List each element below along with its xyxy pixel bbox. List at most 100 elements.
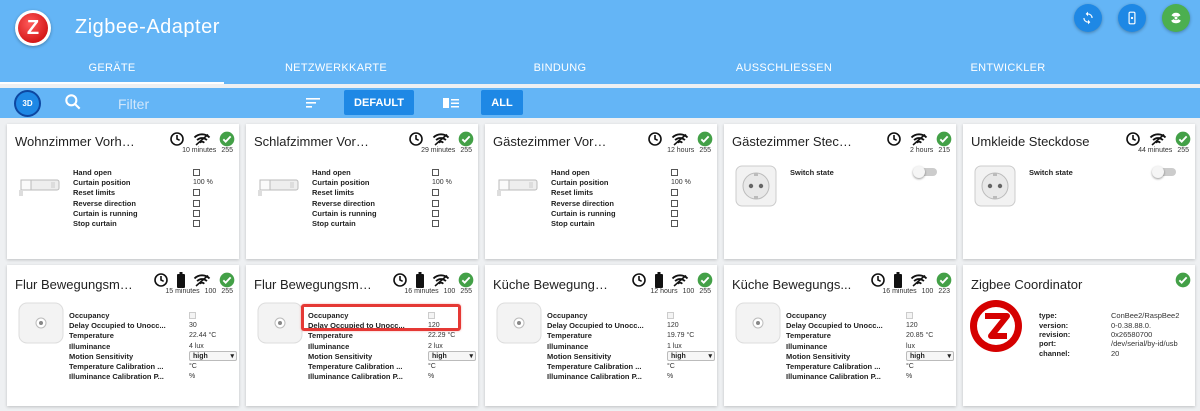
signal-icon bbox=[432, 274, 450, 287]
device-title[interactable]: Küche Bewegungs... bbox=[732, 277, 852, 292]
device-card[interactable]: Küche Bewegungsm... 12 hours 100 255 Occ… bbox=[485, 265, 717, 406]
state-value: lux bbox=[906, 342, 915, 350]
state-checkbox[interactable] bbox=[193, 168, 200, 176]
switch-toggle[interactable] bbox=[1152, 166, 1176, 179]
device-title[interactable]: Flur Bewegungsme... bbox=[15, 277, 135, 292]
device-status-icons bbox=[392, 271, 474, 289]
tab-bindung[interactable]: BINDUNG bbox=[448, 55, 672, 84]
info-label: revision: bbox=[1039, 329, 1071, 339]
signal-icon bbox=[910, 274, 928, 287]
state-value[interactable]: % bbox=[667, 373, 673, 380]
device-title[interactable]: Küche Bewegungsm... bbox=[493, 277, 613, 292]
state-label: Temperature bbox=[69, 331, 114, 341]
sensitivity-value: high bbox=[910, 353, 925, 361]
state-checkbox[interactable] bbox=[193, 209, 200, 217]
state-checkbox[interactable] bbox=[671, 168, 678, 176]
device-title[interactable]: Zigbee Coordinator bbox=[971, 277, 1111, 292]
state-row: Switch state bbox=[1029, 166, 1176, 179]
state-label: Reverse direction bbox=[312, 198, 375, 208]
state-checkbox[interactable] bbox=[193, 220, 200, 228]
state-value: 30 bbox=[189, 321, 197, 329]
state-row: Temperature 20.85 °C bbox=[786, 331, 954, 341]
state-label: Curtain position bbox=[551, 177, 609, 187]
device-card[interactable]: Wohnzimmer Vorhang 10 minutes 255 Hand o… bbox=[7, 124, 239, 259]
state-checkbox[interactable] bbox=[671, 220, 678, 228]
switch-toggle[interactable] bbox=[913, 166, 937, 179]
state-value[interactable]: % bbox=[189, 373, 195, 380]
last-seen-text: 15 minutes bbox=[165, 288, 200, 295]
sort-icon[interactable] bbox=[306, 97, 320, 109]
state-value[interactable]: % bbox=[428, 373, 434, 380]
state-checkbox[interactable] bbox=[193, 199, 200, 207]
sensitivity-select[interactable]: high bbox=[428, 351, 476, 362]
state-row: Hand open bbox=[551, 167, 691, 177]
device-stats: 12 hours 255 bbox=[667, 147, 711, 154]
state-label: Stop curtain bbox=[312, 219, 356, 229]
tab-entwickler[interactable]: ENTWICKLER bbox=[896, 55, 1120, 84]
default-sort-button[interactable]: DEFAULT bbox=[344, 90, 414, 115]
all-filter-button[interactable]: ALL bbox=[481, 90, 523, 115]
state-checkbox[interactable] bbox=[432, 220, 439, 228]
tab-netzwerkkarte[interactable]: NETZWERKKARTE bbox=[224, 55, 448, 84]
tab-geraete[interactable]: GERÄTE bbox=[0, 55, 224, 84]
device-image bbox=[17, 301, 65, 350]
sensitivity-select[interactable]: high bbox=[667, 351, 715, 362]
device-states: Hand open Curtain position 100 % Reset limi… bbox=[73, 167, 213, 229]
state-value: 22.29 °C bbox=[428, 332, 456, 340]
last-seen-text: 29 minutes bbox=[421, 147, 456, 154]
device-title[interactable]: Gästezimmer Steckdose bbox=[732, 134, 852, 149]
state-checkbox[interactable] bbox=[671, 209, 678, 217]
motion-sensor-image bbox=[735, 302, 781, 344]
signal-icon bbox=[432, 133, 450, 146]
device-card[interactable]: Gästezimmer Vorhang 12 hours 255 Hand op… bbox=[485, 124, 717, 259]
state-checkbox[interactable] bbox=[432, 209, 439, 217]
search-icon[interactable] bbox=[63, 92, 83, 112]
state-label: Illuminance bbox=[786, 341, 828, 351]
clock-icon bbox=[632, 273, 646, 287]
card-view-icon[interactable] bbox=[443, 98, 459, 108]
device-card[interactable]: Umkleide Steckdose 44 minutes 255 Switch… bbox=[963, 124, 1195, 259]
device-card[interactable]: Flur Bewegungsme... 16 minutes 100 255 O… bbox=[246, 265, 478, 406]
state-row: Occupancy bbox=[786, 310, 954, 320]
pairing-button[interactable] bbox=[1118, 4, 1146, 32]
device-title[interactable]: Gästezimmer Vorhang bbox=[493, 134, 613, 149]
device-title[interactable]: Schlafzimmer Vorhang bbox=[254, 134, 374, 149]
state-label: Delay Occupied to Unocc... bbox=[69, 320, 166, 330]
device-card[interactable]: Flur Bewegungsme... 15 minutes 100 255 O… bbox=[7, 265, 239, 406]
state-value[interactable]: % bbox=[906, 373, 912, 380]
device-card[interactable]: Schlafzimmer Vorhang 29 minutes 255 Hand… bbox=[246, 124, 478, 259]
state-value[interactable]: °C bbox=[906, 363, 914, 370]
filter-input[interactable] bbox=[118, 94, 288, 114]
state-value[interactable]: °C bbox=[428, 363, 436, 370]
tab-ausschliessen[interactable]: AUSSCHLIESSEN bbox=[672, 55, 896, 84]
device-title[interactable]: Flur Bewegungsme... bbox=[254, 277, 374, 292]
3d-view-button[interactable]: 3D bbox=[14, 90, 41, 117]
state-checkbox[interactable] bbox=[671, 189, 678, 197]
device-card[interactable]: Zigbee Coordinator type: ConBee2/RaspBee2… bbox=[963, 265, 1195, 406]
state-row: Stop curtain bbox=[551, 218, 691, 228]
state-value[interactable]: °C bbox=[667, 363, 675, 370]
sensitivity-select[interactable]: high bbox=[189, 351, 237, 362]
link-quality: 255 bbox=[460, 288, 472, 295]
state-checkbox[interactable] bbox=[193, 189, 200, 197]
status-ok-icon bbox=[697, 131, 713, 147]
motion-sensor-image bbox=[18, 302, 64, 344]
state-checkbox[interactable] bbox=[432, 189, 439, 197]
sensitivity-select[interactable]: high bbox=[906, 351, 954, 362]
device-card[interactable]: Küche Bewegungs... 16 minutes 100 223 Oc… bbox=[724, 265, 956, 406]
state-row: Illuminance 1 lux bbox=[547, 341, 715, 351]
state-checkbox[interactable] bbox=[432, 199, 439, 207]
state-value: 2 lux bbox=[428, 342, 443, 350]
state-value[interactable]: °C bbox=[189, 363, 197, 370]
device-image bbox=[969, 299, 1023, 358]
state-checkbox[interactable] bbox=[671, 199, 678, 207]
refresh-button[interactable] bbox=[1074, 4, 1102, 32]
state-checkbox[interactable] bbox=[432, 168, 439, 176]
device-image bbox=[495, 301, 543, 350]
device-title[interactable]: Wohnzimmer Vorhang bbox=[15, 134, 135, 149]
device-card[interactable]: Gästezimmer Steckdose 2 hours 215 Switch… bbox=[724, 124, 956, 259]
zigbee-network-button[interactable] bbox=[1162, 4, 1190, 32]
state-label: Stop curtain bbox=[551, 219, 595, 229]
refresh-icon bbox=[1083, 11, 1093, 25]
device-title[interactable]: Umkleide Steckdose bbox=[971, 134, 1091, 149]
